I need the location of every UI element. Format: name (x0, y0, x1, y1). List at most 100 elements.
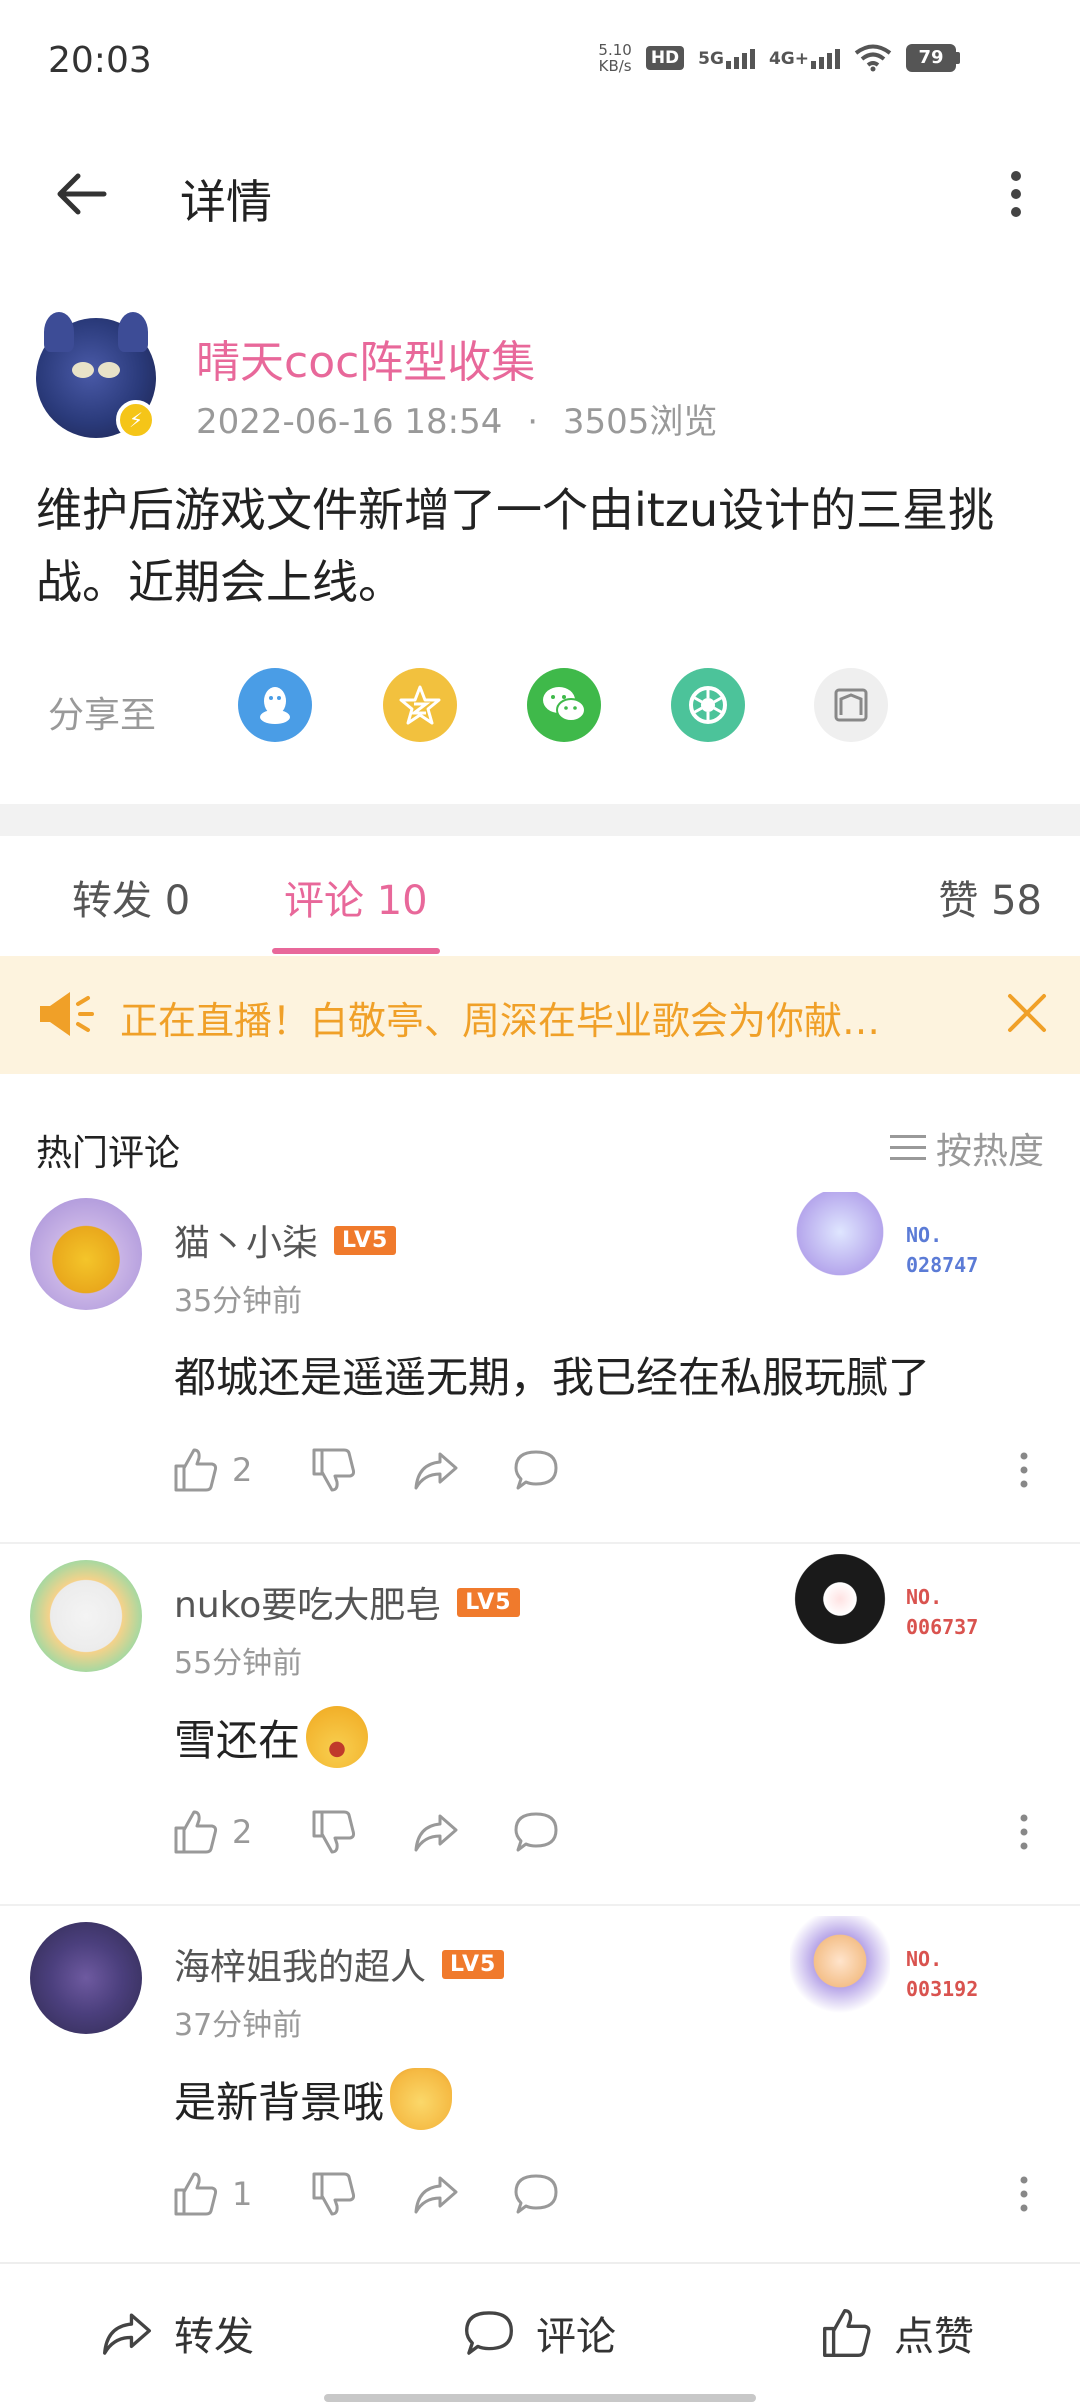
more-options-icon[interactable] (986, 164, 1046, 224)
share-save-image-button[interactable] (814, 668, 888, 742)
repost-button[interactable]: 转发 (98, 2304, 254, 2362)
thumbs-up-icon (823, 2309, 871, 2357)
thumbs-down-icon (312, 1810, 356, 1854)
share-arrow-icon (414, 1452, 458, 1490)
dislike-button[interactable] (308, 1440, 360, 1500)
live-banner[interactable]: 正在直播！白敬亭、周深在毕业歌会为你献… (0, 956, 1080, 1074)
chat-bubble-icon (465, 2311, 513, 2355)
comment-time: 35分钟前 (174, 1284, 303, 1319)
share-arrow-icon (414, 2176, 458, 2214)
share-moments-button[interactable] (671, 668, 745, 742)
status-bar: 20:03 5.10 KB/s HD 5G 4G+ 79 (0, 0, 1080, 130)
comment-item: 猫丶小柒 LV5 35分钟前 NO. 028747 都城还是遥遥无期，我已经在私… (0, 1182, 1080, 1544)
reply-button[interactable] (510, 1440, 562, 1500)
network-speed: 5.10 KB/s (598, 41, 632, 75)
more-vertical-icon (1020, 1452, 1028, 1488)
post-views: 3505浏览 (562, 402, 718, 442)
share-arrow-icon (414, 1814, 458, 1852)
back-arrow-icon[interactable] (52, 164, 112, 224)
comment-label: 评论 (536, 2314, 616, 2360)
signal-5g-icon: 5G (698, 47, 755, 69)
dislike-button[interactable] (308, 1802, 360, 1862)
comment-text: 雪还在 (174, 1706, 369, 1768)
commenter-avatar[interactable] (30, 1922, 142, 2034)
sort-label: 按热度 (935, 1131, 1044, 1172)
level-badge: LV5 (442, 1949, 505, 1979)
commenter-name[interactable]: 海梓姐我的超人 (174, 1938, 426, 1990)
like-count: 1 (232, 2175, 253, 2213)
comment-more-button[interactable] (998, 1802, 1050, 1862)
like-button[interactable]: 2 (170, 1440, 252, 1500)
commenter-name-row: 海梓姐我的超人 LV5 (174, 1938, 505, 1990)
signal-4g-icon: 4G+ (769, 47, 840, 69)
commenter-avatar[interactable] (30, 1198, 142, 1310)
fan-card-image (790, 1916, 890, 2016)
comment-more-button[interactable] (998, 1440, 1050, 1500)
thumbs-up-icon (174, 1448, 218, 1492)
wechat-icon (543, 687, 586, 722)
comment-item: nuko要吃大肥皂 LV5 55分钟前 NO. 006737 雪还在 2 (0, 1544, 1080, 1906)
status-time: 20:03 (48, 40, 152, 81)
like-button[interactable]: 1 (170, 2164, 252, 2224)
tab-comments[interactable]: 评论 10 (284, 868, 428, 926)
reply-button[interactable] (510, 2164, 562, 2224)
comment-actions: 2 (170, 1802, 1050, 1862)
comment-actions: 1 (170, 2164, 1050, 2224)
comment-button[interactable]: 评论 (460, 2304, 616, 2362)
list-icon (889, 1133, 926, 1163)
home-indicator[interactable] (324, 2394, 756, 2402)
hd-icon: HD (645, 46, 685, 70)
live-banner-text: 正在直播！白敬亭、周深在毕业歌会为你献… (120, 999, 881, 1043)
active-tab-indicator (272, 948, 440, 954)
like-count: 2 (232, 1451, 253, 1489)
comment-text: 是新背景哦 (174, 2068, 453, 2130)
dislike-button[interactable] (308, 2164, 360, 2224)
hot-comments-title: 热门评论 (36, 1133, 181, 1174)
chat-bubble-icon (514, 2174, 558, 2214)
post-date: 2022-06-16 18:54 (196, 402, 503, 442)
close-icon[interactable] (1000, 986, 1054, 1040)
sort-by-hot-button[interactable]: 按热度 (889, 1122, 1044, 1174)
level-badge: LV5 (334, 1225, 397, 1255)
post-body: 维护后游戏文件新增了一个由itzu设计的三星挑战。近期会上线。 (36, 483, 995, 609)
tab-reposts[interactable]: 转发 0 (72, 868, 190, 926)
share-arrow-icon (103, 2313, 151, 2355)
reply-button[interactable] (510, 1802, 562, 1862)
author-name[interactable]: 晴天coc阵型收集 (196, 326, 535, 390)
like-post-button[interactable]: 点赞 (818, 2304, 974, 2362)
chat-bubble-icon (514, 1450, 558, 1490)
share-button[interactable] (410, 2164, 462, 2224)
commenter-name[interactable]: nuko要吃大肥皂 (174, 1576, 441, 1628)
share-qzone-button[interactable] (383, 668, 457, 742)
qq-icon (260, 687, 290, 724)
commenter-avatar[interactable] (30, 1560, 142, 1672)
fan-card-image (790, 1192, 890, 1292)
save-image-icon (834, 688, 868, 722)
share-wechat-button[interactable] (527, 668, 601, 742)
thumbs-down-icon (312, 2172, 356, 2216)
repost-label: 转发 (174, 2314, 254, 2360)
fan-number: NO. 003192 (906, 1947, 979, 2001)
fan-card[interactable]: NO. 006737 (790, 1554, 1020, 1654)
comment-time: 37分钟前 (174, 2008, 303, 2043)
share-label: 分享至 (48, 695, 157, 736)
wifi-icon (854, 44, 892, 72)
comment-time: 55分钟前 (174, 1646, 303, 1681)
like-button[interactable]: 2 (170, 1802, 252, 1862)
more-vertical-icon (1020, 1814, 1028, 1850)
tab-likes[interactable]: 赞 58 (938, 868, 1042, 926)
commenter-name[interactable]: 猫丶小柒 (174, 1214, 318, 1266)
post-meta: 2022-06-16 18:54 · 3505浏览 (196, 402, 718, 442)
battery-icon: 79 (906, 44, 960, 72)
comment-actions: 2 (170, 1440, 1050, 1500)
share-button[interactable] (410, 1440, 462, 1500)
section-divider (0, 804, 1080, 836)
share-qq-button[interactable] (238, 668, 312, 742)
share-button[interactable] (410, 1802, 462, 1862)
thumbs-down-icon (312, 1448, 356, 1492)
qzone-icon (399, 685, 441, 725)
fan-card[interactable]: NO. 028747 (790, 1192, 1020, 1292)
page-title: 详情 (180, 175, 272, 229)
fan-card[interactable]: NO. 003192 (790, 1916, 1020, 2016)
comment-more-button[interactable] (998, 2164, 1050, 2224)
